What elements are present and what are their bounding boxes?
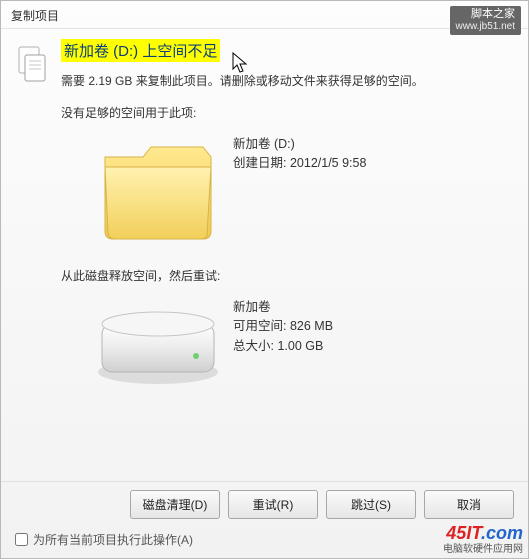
watermark-top: 脚本之家 www.jb51.net: [450, 6, 521, 35]
window-title: 复制项目: [11, 9, 59, 23]
folder-row: 新加卷 (D:) 创建日期: 2012/1/5 9:58: [61, 127, 506, 267]
skip-button[interactable]: 跳过(S): [326, 490, 416, 519]
description: 需要 2.19 GB 来复制此项目。请删除或移动文件来获得足够的空间。: [61, 72, 506, 90]
main-column: 新加卷 (D:) 上空间不足 需要 2.19 GB 来复制此项目。请删除或移动文…: [55, 39, 506, 477]
disk-icon: [83, 294, 233, 394]
disk-row: 新加卷 可用空间: 826 MB 总大小: 1.00 GB: [61, 290, 506, 430]
copy-icon: [15, 39, 55, 477]
disk-available: 可用空间: 826 MB: [233, 317, 506, 336]
headline: 新加卷 (D:) 上空间不足: [61, 39, 220, 62]
folder-info: 新加卷 (D:) 创建日期: 2012/1/5 9:58: [233, 131, 506, 174]
watermark-bottom: 45IT.com 电脑软硬件应用网: [443, 524, 523, 555]
folder-icon: [83, 131, 233, 251]
titlebar: 复制项目: [1, 1, 528, 29]
folder-created: 创建日期: 2012/1/5 9:58: [233, 154, 506, 173]
apply-all-checkbox[interactable]: [15, 533, 28, 546]
section1-label: 没有足够的空间用于此项:: [61, 104, 506, 121]
apply-all-label: 为所有当前项目执行此操作(A): [33, 531, 193, 548]
folder-name: 新加卷 (D:): [233, 135, 506, 154]
section2-label: 从此磁盘释放空间，然后重试:: [61, 267, 506, 284]
disk-info: 新加卷 可用空间: 826 MB 总大小: 1.00 GB: [233, 294, 506, 356]
disk-cleanup-button[interactable]: 磁盘清理(D): [130, 490, 220, 519]
content-area: 新加卷 (D:) 上空间不足 需要 2.19 GB 来复制此项目。请删除或移动文…: [1, 29, 528, 481]
disk-name: 新加卷: [233, 298, 506, 317]
cancel-button[interactable]: 取消: [424, 490, 514, 519]
disk-total: 总大小: 1.00 GB: [233, 337, 506, 356]
button-row: 磁盘清理(D) 重试(R) 跳过(S) 取消: [1, 481, 528, 529]
dialog-window: 复制项目 新加卷 (D:) 上空间不足 需要 2.19 GB 来复制此项目。请删…: [0, 0, 529, 559]
retry-button[interactable]: 重试(R): [228, 490, 318, 519]
